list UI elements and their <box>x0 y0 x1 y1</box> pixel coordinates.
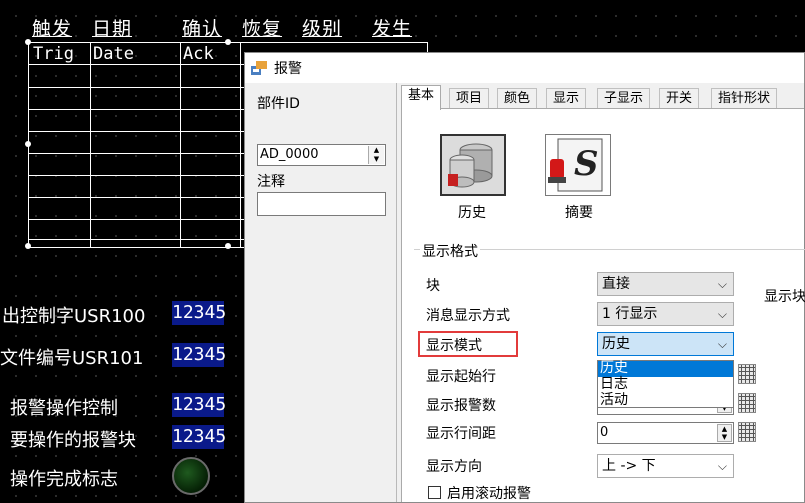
part-info-pane: 部件ID AD_0000 ▲ ▼ 注释 <box>245 83 397 502</box>
history-type-label: 历史 <box>458 205 486 221</box>
alarm-app-icon <box>251 61 267 75</box>
display-mode-value: 历史 <box>602 336 630 352</box>
svg-text:S: S <box>574 144 599 184</box>
column-heading-date: 日期 <box>92 18 133 40</box>
resize-handle[interactable] <box>225 39 231 45</box>
file-number-value[interactable]: 12345 <box>172 343 226 367</box>
properties-pane: 基本 项目 颜色 显示 子显示 开关 指针形状 历史 S 摘要 显示格式 显示块… <box>397 83 805 503</box>
column-heading-ack: 确认 <box>182 18 223 40</box>
dialog-titlebar[interactable]: 报警 <box>245 53 804 83</box>
direction-select[interactable]: 上 -> 下 ⌵ <box>597 454 734 478</box>
dialog-title: 报警 <box>274 61 302 77</box>
start-row-label: 显示起始行 <box>426 369 496 385</box>
history-type-button[interactable] <box>440 134 506 196</box>
block-select[interactable]: 直接 ⌵ <box>597 272 734 296</box>
display-mode-option-history[interactable]: 历史 <box>598 361 733 377</box>
row-spacing-spinner[interactable]: ▲ ▼ <box>717 424 732 442</box>
tab-items[interactable]: 项目 <box>449 88 490 109</box>
operation-done-lamp[interactable] <box>172 457 210 495</box>
comment-label: 注释 <box>257 174 285 190</box>
property-tabs: 基本 项目 颜色 显示 子显示 开关 指针形状 <box>401 85 804 110</box>
block-label: 块 <box>426 278 440 294</box>
tab-sub-display[interactable]: 子显示 <box>597 88 651 109</box>
display-mode-dropdown[interactable]: 历史 日志 活动 <box>597 360 734 408</box>
part-id-value: AD_0000 <box>260 147 319 162</box>
message-display-value: 1 行显示 <box>602 306 658 322</box>
scroll-alarm-checkbox[interactable] <box>428 486 441 499</box>
tab-pointer-shape[interactable]: 指针形状 <box>711 88 778 109</box>
summary-s-icon: S <box>548 138 603 192</box>
scroll-alarm-label: 启用滚动报警 <box>447 486 531 502</box>
tab-basic-panel: 历史 S 摘要 显示格式 显示块 块 直接 ⌵ 消息显示方式 1 行显示 ⌵ 显… <box>401 108 805 503</box>
tab-display[interactable]: 显示 <box>546 88 587 109</box>
display-format-title: 显示格式 <box>420 241 480 261</box>
start-row-address-button[interactable] <box>738 364 756 384</box>
row-spacing-value: 0 <box>600 425 609 440</box>
target-alarm-block-label: 要操作的报警块 <box>10 430 136 451</box>
summary-type-label: 摘要 <box>565 205 593 221</box>
block-select-value: 直接 <box>602 276 630 292</box>
summary-type-button[interactable]: S <box>545 134 611 196</box>
column-heading-level: 级别 <box>302 18 343 40</box>
resize-handle[interactable] <box>25 243 31 249</box>
display-block-label: 显示块 <box>764 289 805 305</box>
row-spacing-label: 显示行间距 <box>426 426 496 442</box>
alarm-operation-control-value[interactable]: 12345 <box>172 393 226 417</box>
table-header-trig: Trig <box>33 44 74 64</box>
chevron-down-icon: ⌵ <box>717 337 727 351</box>
resize-handle[interactable] <box>25 39 31 45</box>
alarm-count-address-button[interactable] <box>738 393 756 413</box>
alarm-operation-control-label: 报警操作控制 <box>10 398 118 419</box>
resize-handle[interactable] <box>225 243 231 249</box>
row-spacing-address-button[interactable] <box>738 422 756 442</box>
display-format-group: 显示格式 显示块 块 直接 ⌵ 消息显示方式 1 行显示 ⌵ 显示模式 历史 ⌵ <box>414 241 805 503</box>
resize-handle[interactable] <box>25 141 31 147</box>
display-mode-option-active[interactable]: 活动 <box>598 393 733 409</box>
row-spacing-field[interactable]: 0 ▲ ▼ <box>597 422 734 444</box>
tab-basic[interactable]: 基本 <box>401 85 442 110</box>
history-database-icon <box>448 143 493 188</box>
display-mode-select[interactable]: 历史 ⌵ <box>597 332 734 356</box>
table-header-date: Date <box>93 44 134 64</box>
column-heading-occur: 发生 <box>372 18 413 40</box>
alarm-count-label: 显示报警数 <box>426 398 496 414</box>
column-heading-recover: 恢复 <box>242 18 283 40</box>
file-number-label: 文件编号USR101 <box>0 348 144 369</box>
display-mode-label: 显示模式 <box>426 338 482 354</box>
control-word-label: 出控制字USR100 <box>2 306 146 327</box>
column-heading-trigger: 触发 <box>32 18 73 40</box>
table-header-ack: Ack <box>183 44 214 64</box>
display-mode-option-log[interactable]: 日志 <box>598 377 733 393</box>
alarm-properties-dialog: 报警 部件ID AD_0000 ▲ ▼ 注释 基本 项目 颜色 显示 子显示 开关… <box>244 52 805 503</box>
chevron-down-icon: ⌵ <box>717 459 727 473</box>
target-alarm-block-value[interactable]: 12345 <box>172 425 226 449</box>
part-id-spinner[interactable]: ▲ ▼ <box>368 146 384 164</box>
tab-switch[interactable]: 开关 <box>659 88 700 109</box>
operation-done-flag-label: 操作完成标志 <box>10 469 118 490</box>
chevron-down-icon: ⌵ <box>717 277 727 291</box>
comment-field[interactable] <box>257 192 386 216</box>
chevron-down-icon: ⌵ <box>717 307 727 321</box>
part-id-label: 部件ID <box>257 96 300 112</box>
direction-value: 上 -> 下 <box>602 458 656 474</box>
message-display-label: 消息显示方式 <box>426 308 510 324</box>
direction-label: 显示方向 <box>426 459 482 475</box>
message-display-select[interactable]: 1 行显示 ⌵ <box>597 302 734 326</box>
control-word-value[interactable]: 12345 <box>172 301 226 325</box>
tab-color[interactable]: 颜色 <box>497 88 538 109</box>
part-id-field[interactable]: AD_0000 ▲ ▼ <box>257 144 386 166</box>
